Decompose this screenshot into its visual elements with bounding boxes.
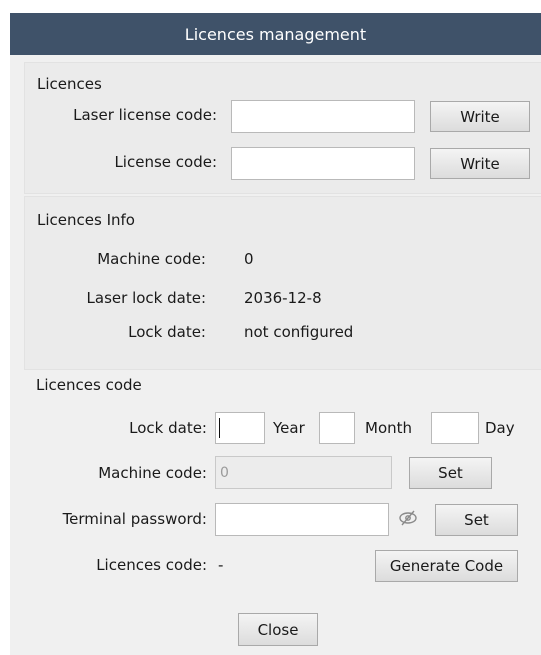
licences-code-label: Licences code: <box>96 556 207 574</box>
lock-day-input[interactable] <box>431 412 479 444</box>
lock-month-input[interactable] <box>319 412 355 444</box>
dialog-title-bar: Licences management <box>10 13 541 55</box>
generate-code-button[interactable]: Generate Code <box>375 550 518 582</box>
laser-lock-date-value: 2036-12-8 <box>244 289 322 307</box>
licences-info-section: Licences Info Machine code: 0 Laser lock… <box>24 196 541 370</box>
text-caret <box>219 418 220 438</box>
close-button[interactable]: Close <box>238 613 318 646</box>
machine-code-info-label: Machine code: <box>97 250 206 268</box>
eye-slash-icon[interactable] <box>398 508 418 532</box>
licences-section: Licences Laser license code: Write Licen… <box>24 62 541 194</box>
licences-dialog: Licences Laser license code: Write Licen… <box>10 55 541 655</box>
write-laser-license-button[interactable]: Write <box>430 101 530 132</box>
machine-code-label: Machine code: <box>98 464 207 482</box>
license-code-label: License code: <box>114 153 217 171</box>
licences-code-heading: Licences code <box>36 376 142 394</box>
licences-code-section: Licences code Lock date: Year Month Day … <box>24 374 541 599</box>
set-machine-code-button[interactable]: Set <box>409 457 492 489</box>
laser-license-code-label: Laser license code: <box>73 106 217 124</box>
licences-code-value: - <box>218 556 224 574</box>
set-terminal-password-button[interactable]: Set <box>435 504 518 536</box>
licences-info-heading: Licences Info <box>37 211 135 229</box>
terminal-password-label: Terminal password: <box>62 510 207 528</box>
lock-year-input[interactable] <box>215 412 265 444</box>
lock-date-label: Lock date: <box>129 419 207 437</box>
lock-date-info-label: Lock date: <box>128 323 206 341</box>
machine-code-info-value: 0 <box>244 250 254 268</box>
machine-code-input: 0 <box>215 456 392 489</box>
dialog-title: Licences management <box>184 24 367 44</box>
laser-license-code-input[interactable] <box>231 100 415 133</box>
terminal-password-input[interactable] <box>215 503 389 536</box>
laser-lock-date-label: Laser lock date: <box>86 289 206 307</box>
license-code-input[interactable] <box>231 147 415 180</box>
licences-heading: Licences <box>37 75 102 93</box>
day-label: Day <box>485 419 515 437</box>
lock-date-info-value: not configured <box>244 323 354 341</box>
year-label: Year <box>273 419 305 437</box>
month-label: Month <box>365 419 413 437</box>
write-license-button[interactable]: Write <box>430 148 530 179</box>
